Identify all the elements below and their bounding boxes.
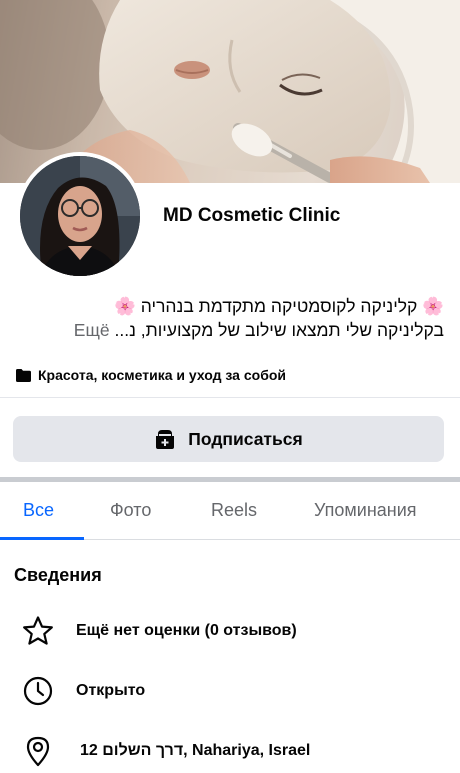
profile-tabs: Все Фото Reels Упоминания: [0, 482, 460, 540]
add-page-icon: [156, 430, 175, 449]
bio-line-2: בקליניקה שלי תמצאו שילוב של מקצועיות, נ.…: [16, 318, 444, 342]
star-icon: [21, 614, 55, 648]
rating-text: Ещё нет оценки (0 отзывов): [76, 622, 297, 639]
follow-button[interactable]: Подписаться: [13, 416, 444, 462]
category-label[interactable]: Красота, косметика и уход за собой: [38, 367, 286, 383]
page-bio: 🌸 קליניקה לקוסמטיקה מתקדמת בנהריה 🌸 בקלי…: [16, 294, 444, 342]
bio-line-1: 🌸 קליניקה לקוסמטיקה מתקדמת בנהריה 🌸: [114, 296, 444, 316]
hours-row[interactable]: Открыто: [0, 671, 460, 711]
avatar-photo: [20, 156, 140, 276]
location-pin-icon: [21, 734, 55, 768]
tab-photos[interactable]: Фото: [110, 500, 151, 521]
address-text: דרך השלום 12, Nahariya, Israel: [80, 742, 311, 759]
profile-avatar[interactable]: [16, 152, 144, 280]
hours-text: Открыто: [76, 682, 146, 699]
active-tab-indicator: [0, 537, 84, 540]
page-title: MD Cosmetic Clinic: [163, 205, 341, 226]
folder-icon: [16, 368, 31, 382]
address-row[interactable]: דרך השלום 12, Nahariya, Israel: [0, 731, 460, 771]
tab-all[interactable]: Все: [23, 500, 54, 521]
follow-button-label: Подписаться: [188, 428, 303, 449]
tab-reels[interactable]: Reels: [211, 500, 257, 521]
bio-line-2-text: בקליניקה שלי תמצאו שילוב של מקצועיות, נ.…: [114, 320, 444, 340]
clock-icon: [21, 674, 55, 708]
tab-mentions[interactable]: Упоминания: [314, 500, 417, 521]
details-heading: Сведения: [14, 565, 102, 585]
rating-row[interactable]: Ещё нет оценки (0 отзывов): [0, 611, 460, 651]
page-category: Красота, косметика и уход за собой: [16, 367, 286, 383]
see-more-link[interactable]: Ещё: [74, 320, 110, 340]
divider: [0, 397, 460, 398]
